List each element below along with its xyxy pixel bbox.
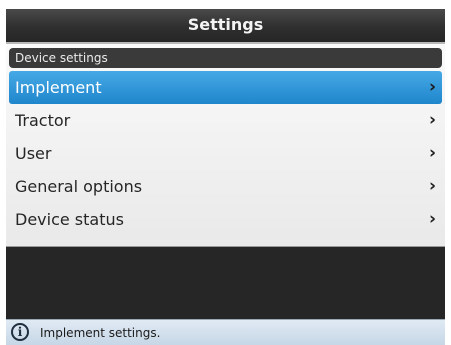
- chevron-right-icon: ›: [428, 110, 436, 130]
- menu-item-general-options[interactable]: General options ›: [9, 170, 442, 203]
- info-icon: i: [11, 323, 29, 341]
- settings-menu: Implement › Tractor › User › General opt…: [9, 71, 442, 236]
- menu-item-implement[interactable]: Implement ›: [9, 71, 442, 104]
- menu-item-label: Tractor: [15, 111, 71, 130]
- menu-item-device-status[interactable]: Device status ›: [9, 203, 442, 236]
- settings-screen: Settings Device settings Implement › Tra…: [6, 9, 445, 345]
- window-title: Settings: [6, 9, 445, 44]
- status-bar: i Implement settings.: [6, 319, 445, 345]
- menu-item-tractor[interactable]: Tractor ›: [9, 104, 442, 137]
- chevron-right-icon: ›: [428, 77, 436, 97]
- chevron-right-icon: ›: [428, 209, 436, 229]
- menu-item-label: General options: [15, 177, 143, 196]
- settings-panel: Device settings Implement › Tractor › Us…: [6, 44, 445, 247]
- section-header: Device settings: [9, 48, 442, 68]
- menu-item-label: Implement: [15, 78, 102, 97]
- chevron-right-icon: ›: [428, 176, 436, 196]
- menu-item-user[interactable]: User ›: [9, 137, 442, 170]
- status-text: Implement settings.: [40, 326, 161, 340]
- chevron-right-icon: ›: [428, 143, 436, 163]
- menu-item-label: Device status: [15, 210, 124, 229]
- menu-item-label: User: [15, 144, 52, 163]
